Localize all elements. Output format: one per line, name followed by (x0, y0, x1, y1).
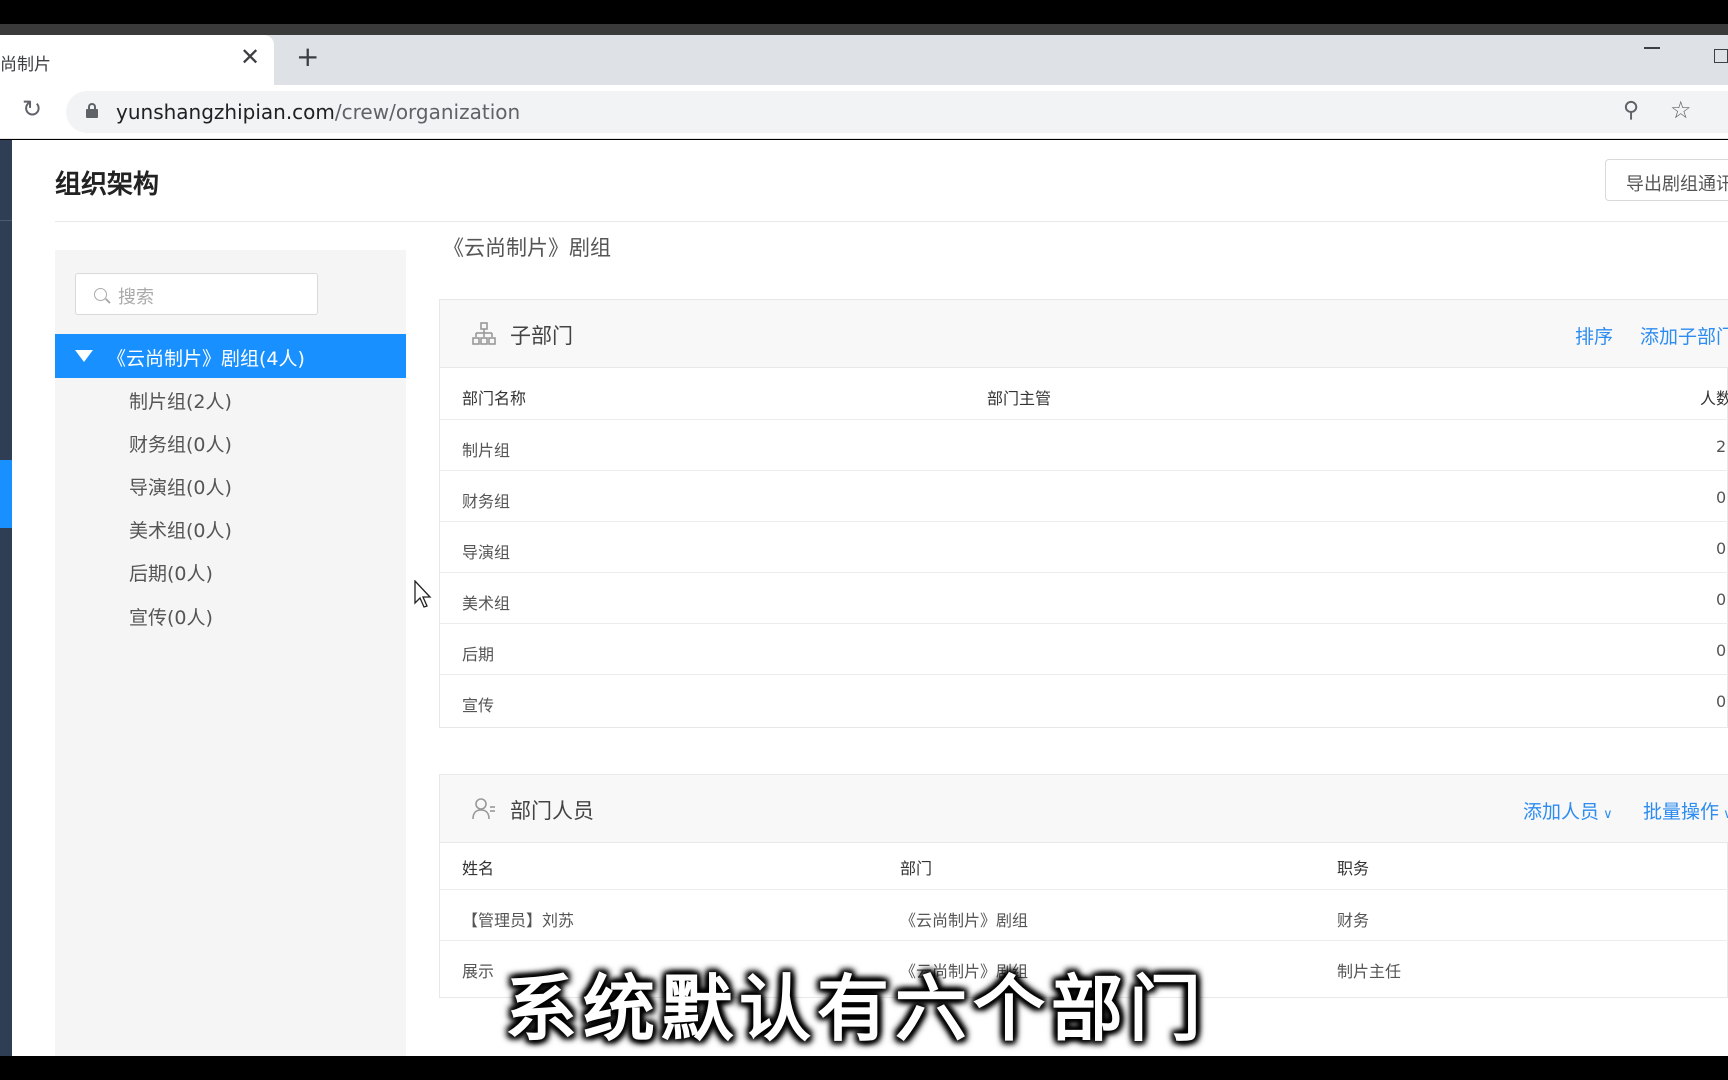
members-header: 部门人员 添加人员 ∨ 批量操作 ∨ (440, 775, 1728, 843)
left-nav (0, 140, 12, 1056)
tree-root-label: 《云尚制片》剧组(4人) (107, 348, 305, 370)
bottom-black-bar (0, 1056, 1728, 1080)
member-role-cell: 财务 (1337, 911, 1370, 930)
dept-name-cell: 后期 (462, 645, 495, 664)
window-frame (0, 24, 1728, 35)
row-divider (440, 572, 1728, 573)
tree-node[interactable]: 制片组(2人) (129, 387, 232, 414)
url-path: /crew/organization (334, 100, 521, 124)
tree-node[interactable]: 财务组(0人) (129, 430, 232, 457)
page: 组织架构 导出剧组通讯录 搜索 《云尚制片》剧组(4人) 制片组(2人) 财务组… (0, 140, 1728, 1056)
col-header-name: 姓名 (462, 859, 495, 878)
browser-toolbar: ↻ yunshangzhipian.com/crew/organization … (0, 85, 1728, 139)
url-text: yunshangzhipian.com/crew/organization (116, 100, 520, 124)
minimize-icon[interactable] (1644, 47, 1660, 49)
reload-icon[interactable]: ↻ (22, 95, 42, 123)
sub-dept-header: 子部门 排序 添加子部门 (440, 300, 1728, 368)
left-nav-active-item[interactable] (0, 460, 12, 528)
chevron-down-icon: ∨ (1599, 807, 1613, 822)
tab-title: 尚制片 (0, 55, 51, 75)
sub-dept-title: 子部门 (510, 324, 573, 348)
dept-count-cell: 0 (1716, 488, 1727, 507)
video-caption: 系统默认有六个部门 (505, 967, 1208, 1051)
chevron-down-icon: ∨ (1723, 807, 1728, 822)
row-divider (440, 674, 1728, 675)
zoom-icon[interactable]: ⚲ (1623, 98, 1639, 123)
dept-name-cell: 制片组 (462, 441, 511, 460)
dept-count-cell: 0 (1716, 641, 1727, 660)
col-header-dept-head: 部门主管 (987, 389, 1052, 408)
address-bar[interactable]: yunshangzhipian.com/crew/organization ⚲ … (66, 91, 1728, 133)
dept-count-cell: 0 (1716, 692, 1727, 711)
batch-actions-label: 批量操作 (1643, 801, 1720, 823)
page-title: 组织架构 (55, 170, 160, 200)
left-nav-divider (0, 220, 12, 221)
sort-button[interactable]: 排序 (1575, 322, 1613, 349)
crew-name-heading: 《云尚制片》剧组 (443, 236, 611, 260)
row-divider (440, 419, 1728, 420)
sub-dept-card: 子部门 排序 添加子部门 部门名称 部门主管 人数 制片组 2 财务组 0 导演… (439, 299, 1728, 728)
export-contacts-label: 导出剧组通讯录 (1626, 174, 1728, 195)
tree-node[interactable]: 后期(0人) (129, 559, 213, 586)
add-member-button[interactable]: 添加人员 ∨ (1523, 797, 1613, 824)
lock-icon (86, 103, 98, 118)
tree-root-node[interactable]: 《云尚制片》剧组(4人) (55, 334, 406, 378)
member-dept-cell: 《云尚制片》剧组 (900, 911, 1029, 930)
dept-name-cell: 财务组 (462, 492, 511, 511)
dept-count-cell: 0 (1716, 590, 1727, 609)
dept-count-cell: 0 (1716, 539, 1727, 558)
dept-name-cell: 美术组 (462, 594, 511, 613)
members-title: 部门人员 (510, 799, 594, 823)
dept-tree-panel: 搜索 《云尚制片》剧组(4人) 制片组(2人) 财务组(0人) 导演组(0人) … (55, 250, 406, 1056)
user-icon (472, 798, 495, 820)
row-divider (440, 889, 1728, 890)
caret-down-icon[interactable] (75, 350, 93, 362)
batch-actions-button[interactable]: 批量操作 ∨ (1643, 797, 1728, 824)
tree-node[interactable]: 导演组(0人) (129, 473, 232, 500)
dept-name-cell: 宣传 (462, 696, 495, 715)
dept-count-cell: 2 (1716, 437, 1727, 456)
col-header-count: 人数 (1700, 389, 1728, 408)
row-divider (440, 470, 1728, 471)
search-input[interactable]: 搜索 (75, 273, 318, 315)
add-member-label: 添加人员 (1523, 801, 1600, 823)
col-header-dept: 部门 (900, 859, 933, 878)
tree-node[interactable]: 宣传(0人) (129, 603, 213, 630)
row-divider (440, 623, 1728, 624)
top-black-bar (0, 0, 1728, 24)
org-chart-icon (472, 322, 496, 345)
tab-strip: 尚制片 ✕ + (0, 35, 1728, 85)
search-placeholder: 搜索 (118, 287, 154, 308)
search-icon (94, 288, 107, 301)
member-role-cell: 制片主任 (1337, 962, 1402, 981)
add-sub-dept-button[interactable]: 添加子部门 (1640, 322, 1728, 349)
new-tab-icon[interactable]: + (296, 43, 319, 71)
screen: 尚制片 ✕ + ↻ yunshangzhipian.com/crew/organ… (0, 0, 1728, 1080)
url-host: yunshangzhipian.com (116, 100, 335, 124)
maximize-icon[interactable] (1714, 49, 1728, 63)
col-header-role: 职务 (1337, 859, 1370, 878)
row-divider (440, 521, 1728, 522)
browser-tab[interactable]: 尚制片 ✕ (0, 35, 274, 85)
row-divider (440, 940, 1728, 941)
title-divider (55, 221, 1728, 222)
member-name-cell: 展示 (462, 962, 495, 981)
member-name-cell: 【管理员】刘苏 (462, 911, 575, 930)
col-header-dept-name: 部门名称 (462, 389, 527, 408)
star-icon[interactable]: ☆ (1670, 96, 1692, 124)
tree-node[interactable]: 美术组(0人) (129, 516, 232, 543)
dept-name-cell: 导演组 (462, 543, 511, 562)
export-contacts-button[interactable]: 导出剧组通讯录 (1605, 159, 1728, 201)
mouse-cursor-icon (414, 580, 432, 608)
close-icon[interactable]: ✕ (240, 45, 260, 69)
